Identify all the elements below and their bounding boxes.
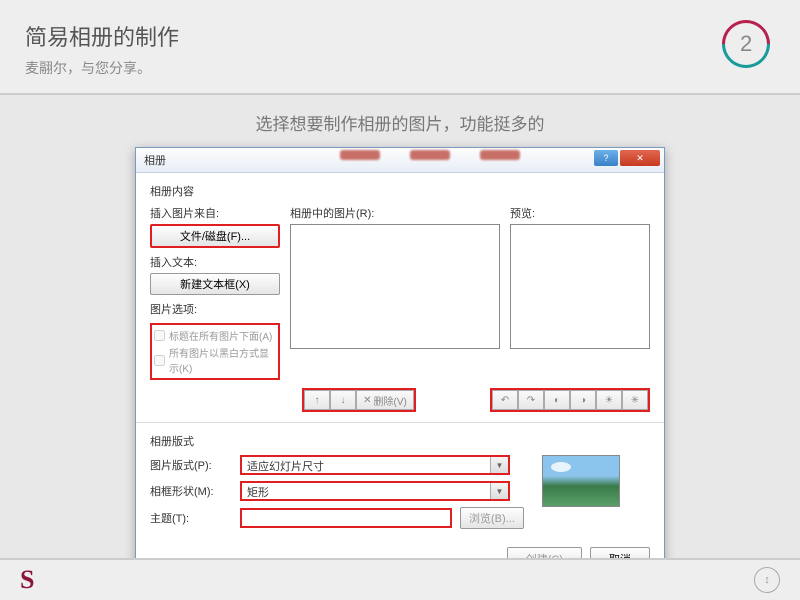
reorder-button-group: ↑ ↓ ✕ 删除(V) [302, 388, 416, 412]
pictures-listbox[interactable] [290, 224, 500, 349]
preview-panel [510, 224, 650, 349]
move-up-button[interactable]: ↑ [304, 390, 330, 410]
help-button[interactable]: ? [594, 150, 618, 166]
contrast-down-button[interactable]: ◑ [570, 390, 596, 410]
caption-below-input[interactable] [154, 330, 165, 341]
page-footer: S ↕ [0, 558, 800, 600]
frame-shape-combo[interactable]: 矩形 ▼ [240, 481, 510, 501]
dialog-title: 相册 [144, 152, 166, 168]
page-title: 简易相册的制作 [25, 20, 775, 52]
theme-input[interactable] [240, 508, 452, 528]
adjust-button-group: ↶ ↷ ◐ ◑ ☀ ✳ [490, 388, 650, 412]
page-subtitle: 麦翮尔，与您分享。 [25, 58, 775, 78]
black-white-checkbox[interactable]: 所有图片以黑白方式显示(K) [154, 344, 276, 376]
pic-options-label: 图片选项: [150, 301, 280, 317]
dialog-titlebar[interactable]: 相册 ? ✕ [136, 148, 664, 173]
redacted-area [306, 150, 554, 162]
frame-shape-label: 相框形状(M): [150, 483, 232, 499]
brand-logo: S [20, 565, 34, 595]
theme-label: 主题(T): [150, 510, 232, 526]
move-down-button[interactable]: ↓ [330, 390, 356, 410]
insert-text-label: 插入文本: [150, 254, 280, 270]
album-pictures-label: 相册中的图片(R): [290, 205, 500, 221]
chevron-down-icon[interactable]: ▼ [490, 483, 508, 499]
file-disk-button[interactable]: 文件/磁盘(F)... [150, 224, 280, 248]
section-album-layout: 相册版式 [150, 433, 650, 449]
scroll-indicator-icon: ↕ [754, 567, 780, 593]
layout-thumbnail [542, 455, 620, 507]
browse-button[interactable]: 浏览(B)... [460, 507, 524, 529]
instruction-text: 选择想要制作相册的图片，功能挺多的 [0, 110, 800, 135]
caption-below-checkbox[interactable]: 标题在所有图片下面(A) [154, 327, 276, 344]
layout-label: 图片版式(P): [150, 457, 232, 473]
section-album-content: 相册内容 [150, 183, 650, 199]
content-area: 选择想要制作相册的图片，功能挺多的 相册 ? ✕ 相册内容 插入图片来自: 文件… [0, 95, 800, 582]
layout-combo[interactable]: 适应幻灯片尺寸 ▼ [240, 455, 510, 475]
album-dialog: 相册 ? ✕ 相册内容 插入图片来自: 文件/磁盘(F)... 插入文本: 新建… [135, 147, 665, 582]
preview-label: 预览: [510, 205, 650, 221]
chevron-down-icon[interactable]: ▼ [490, 457, 508, 473]
black-white-input[interactable] [154, 355, 165, 366]
brightness-down-button[interactable]: ✳ [622, 390, 648, 410]
new-textbox-button[interactable]: 新建文本框(X) [150, 273, 280, 295]
brightness-up-button[interactable]: ☀ [596, 390, 622, 410]
insert-from-label: 插入图片来自: [150, 205, 280, 221]
rotate-right-button[interactable]: ↷ [518, 390, 544, 410]
rotate-left-button[interactable]: ↶ [492, 390, 518, 410]
remove-button[interactable]: ✕ 删除(V) [356, 390, 414, 410]
close-button[interactable]: ✕ [620, 150, 660, 166]
contrast-up-button[interactable]: ◐ [544, 390, 570, 410]
page-header: 简易相册的制作 麦翮尔，与您分享。 2 [0, 0, 800, 95]
